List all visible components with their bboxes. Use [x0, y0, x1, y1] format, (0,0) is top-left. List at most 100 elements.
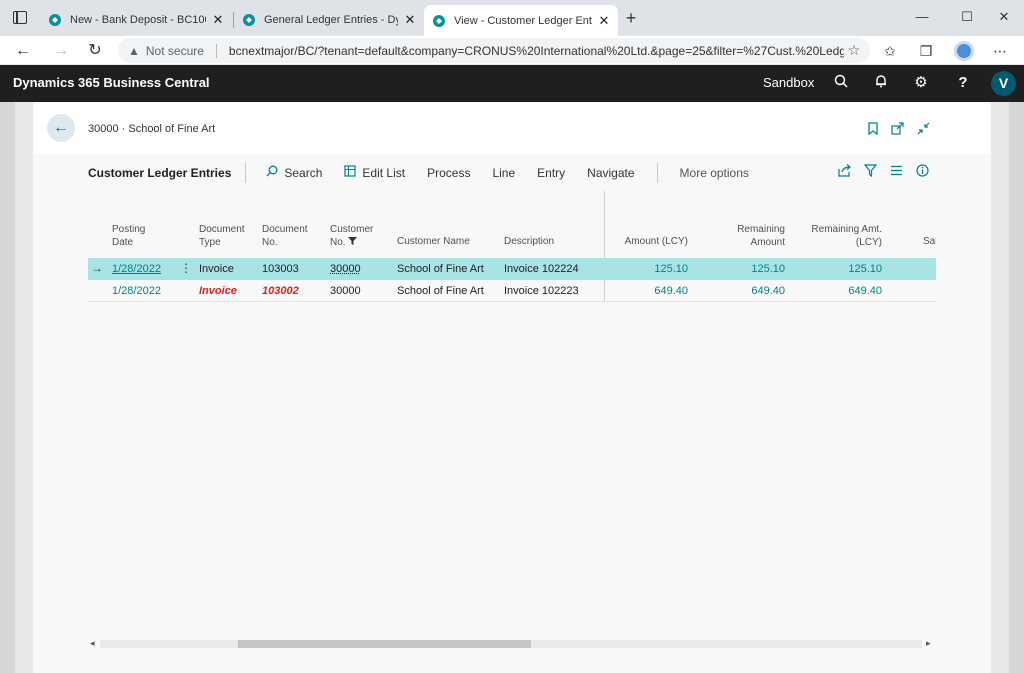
environment-name[interactable]: Sandbox	[763, 75, 814, 90]
scroll-left-icon[interactable]: ◂	[90, 637, 95, 650]
column-header-document-type[interactable]: Document Type	[199, 224, 245, 249]
close-tab-icon[interactable]: ✕	[212, 12, 224, 28]
header-line: No.	[262, 236, 278, 248]
new-tab-button[interactable]: +	[622, 8, 640, 28]
cell-amount-lcy[interactable]: 125.10	[618, 263, 688, 275]
entry-menu[interactable]: Entry	[537, 166, 565, 180]
close-tab-icon[interactable]: ✕	[598, 13, 610, 29]
warning-icon: ▲	[128, 43, 140, 58]
header-line: Customer	[330, 224, 374, 235]
cell-customer-name: School of Fine Art	[397, 263, 484, 275]
column-header-remaining-amount[interactable]: Remaining Amount	[718, 224, 785, 249]
table-row[interactable]: → 1/28/2022 ⋮ Invoice 103003 30000 Schoo…	[88, 258, 936, 280]
favorites-icon[interactable]: ✩	[880, 41, 900, 61]
forward-arrow-icon[interactable]: →	[50, 40, 72, 62]
cell-document-type: Invoice	[199, 285, 237, 297]
browser-tab-bank-deposit[interactable]: New - Bank Deposit - BC10002 (I ✕	[40, 6, 232, 34]
list-view-icon[interactable]	[888, 164, 904, 180]
row-actions-icon[interactable]: ⋮	[180, 261, 192, 275]
column-header-customer-name[interactable]: Customer Name	[397, 236, 470, 249]
current-row-arrow-icon: →	[91, 261, 103, 275]
action-bar-divider	[245, 162, 247, 183]
browser-tab-customer-ledger[interactable]: View - Customer Ledger Entries ✕	[424, 5, 618, 36]
collapse-icon[interactable]	[915, 122, 931, 138]
bc-favicon-icon	[243, 14, 255, 26]
cell-document-no[interactable]: 103002	[262, 285, 299, 297]
cell-remaining-amount[interactable]: 649.40	[718, 285, 785, 297]
close-tab-icon[interactable]: ✕	[404, 12, 416, 28]
security-label: Not secure	[145, 43, 204, 58]
cell-remaining-amt-lcy[interactable]: 125.10	[800, 263, 882, 275]
navigate-menu[interactable]: Navigate	[587, 166, 634, 180]
header-line: Amount	[750, 236, 785, 248]
cell-description: Invoice 102223	[504, 285, 579, 297]
column-header-remaining-amt-lcy[interactable]: Remaining Amt. (LCY)	[800, 224, 882, 249]
notification-bell-icon[interactable]	[872, 74, 890, 92]
avatar[interactable]: V	[991, 71, 1016, 96]
process-menu[interactable]: Process	[427, 166, 470, 180]
help-icon[interactable]: ?	[954, 74, 972, 92]
settings-gear-icon[interactable]: ⚙	[912, 74, 930, 92]
horizontal-scrollbar[interactable]: ◂ ▸	[88, 637, 936, 650]
cell-document-type: Invoice	[199, 263, 234, 275]
tab-title: New - Bank Deposit - BC10002 (I	[70, 14, 206, 26]
bookmark-icon[interactable]	[865, 122, 881, 138]
column-header-customer-no[interactable]: Customer No.	[330, 224, 373, 249]
more-menu-icon[interactable]: ⋯	[990, 41, 1010, 61]
open-new-window-icon[interactable]	[889, 122, 905, 138]
cell-posting-date[interactable]: 1/28/2022	[112, 285, 161, 297]
breadcrumb: 30000 · School of Fine Art	[88, 123, 216, 135]
browser-toolbar: ← → ↻ ▲ Not secure bcnextmajor/BC/?tenan…	[0, 36, 1024, 65]
column-header-document-no[interactable]: Document No.	[262, 224, 308, 249]
info-icon[interactable]	[914, 164, 930, 180]
url-text[interactable]: bcnextmajor/BC/?tenant=default&company=C…	[229, 44, 844, 58]
scrollbar-thumb[interactable]	[238, 640, 531, 648]
search-button[interactable]: Search	[266, 165, 322, 180]
header-line: Document	[262, 224, 308, 235]
filter-icon[interactable]	[862, 164, 878, 180]
edit-list-label: Edit List	[362, 165, 406, 180]
address-divider	[215, 43, 217, 58]
cell-remaining-amt-lcy[interactable]: 649.40	[800, 285, 882, 297]
search-icon[interactable]	[832, 74, 850, 92]
tab-actions-icon[interactable]	[13, 11, 27, 24]
cell-posting-date[interactable]: 1/28/2022	[112, 263, 161, 275]
list-area: Customer Ledger Entries Search Edit List…	[33, 154, 991, 673]
more-options-button[interactable]: More options	[680, 166, 749, 180]
cell-remaining-amount[interactable]: 125.10	[718, 263, 785, 275]
cell-customer-no[interactable]: 30000	[330, 285, 361, 297]
list-page-card: ← 30000 · School of Fine Art Customer Le…	[33, 102, 991, 673]
line-menu[interactable]: Line	[492, 166, 515, 180]
column-header-amount-lcy[interactable]: Amount (LCY)	[618, 236, 688, 249]
minimize-icon[interactable]: —	[912, 8, 932, 26]
share-icon[interactable]	[836, 164, 852, 180]
app-title[interactable]: Dynamics 365 Business Central	[13, 75, 210, 90]
column-header-sales-partial[interactable]: Sal	[923, 236, 936, 249]
column-header-description[interactable]: Description	[504, 236, 554, 249]
close-window-icon[interactable]: ✕	[994, 8, 1014, 26]
address-bar[interactable]: ▲ Not secure bcnextmajor/BC/?tenant=defa…	[118, 38, 870, 63]
bc-favicon-icon	[433, 14, 445, 27]
scroll-right-icon[interactable]: ▸	[926, 637, 931, 650]
edit-list-button[interactable]: Edit List	[344, 165, 405, 180]
maximize-icon[interactable]: ☐	[957, 8, 977, 26]
column-header-posting-date[interactable]: Posting Date	[112, 224, 145, 249]
cell-customer-no[interactable]: 30000	[330, 263, 361, 275]
back-arrow-icon[interactable]: ←	[12, 40, 34, 62]
search-icon	[266, 165, 278, 180]
list-title[interactable]: Customer Ledger Entries	[88, 166, 231, 180]
table-row[interactable]: 1/28/2022 Invoice 103002 30000 School of…	[88, 280, 936, 302]
back-button[interactable]: ←	[47, 114, 75, 142]
refresh-icon[interactable]: ↻	[84, 40, 106, 62]
header-line: Document	[199, 224, 245, 235]
browser-profile-icon[interactable]	[954, 41, 974, 61]
action-bar-divider	[656, 162, 658, 183]
cell-customer-name: School of Fine Art	[397, 285, 484, 297]
ledger-grid: Posting Date Document Type Document No. …	[88, 191, 936, 651]
cell-document-no[interactable]: 103003	[262, 263, 299, 275]
bc-favicon-icon	[49, 14, 61, 26]
cell-amount-lcy[interactable]: 649.40	[618, 285, 688, 297]
add-favorite-icon[interactable]: ☆	[844, 42, 864, 59]
collections-icon[interactable]: ❐	[916, 41, 936, 61]
browser-tab-general-ledger[interactable]: General Ledger Entries - Dynamic ✕	[234, 6, 424, 34]
